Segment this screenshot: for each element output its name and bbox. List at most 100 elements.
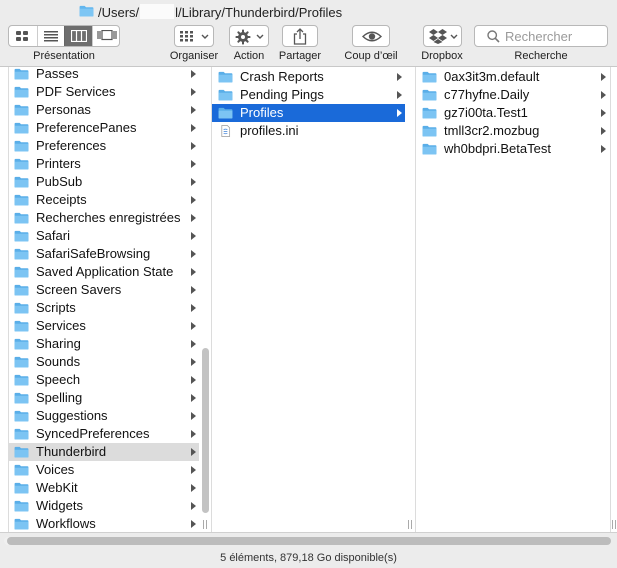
folder-item[interactable]: Preferences [8, 137, 199, 155]
folder-item[interactable]: Personas [8, 101, 199, 119]
chevron-right-icon [191, 196, 196, 204]
item-label: Profiles [240, 105, 284, 120]
item-label: Scripts [36, 300, 76, 315]
folder-item[interactable]: wh0bdpri.BetaTest [416, 140, 609, 158]
column-library[interactable]: Passes PDF Services Personas PreferencePane… [8, 67, 199, 532]
chevron-down-icon [201, 34, 209, 39]
folder-item[interactable]: PDF Services [8, 83, 199, 101]
folder-item[interactable]: Suggestions [8, 407, 199, 425]
item-label: PreferencePanes [36, 120, 137, 135]
folder-item[interactable]: Recherches enregistrées [8, 209, 199, 227]
vertical-scrollbar-thumb[interactable] [202, 348, 209, 513]
column-resize-handle[interactable] [203, 520, 208, 529]
folder-item[interactable]: Widgets [8, 497, 199, 515]
folder-item[interactable]: Receipts [8, 191, 199, 209]
folder-item[interactable]: PreferencePanes [8, 119, 199, 137]
folder-item[interactable]: PubSub [8, 173, 199, 191]
folder-icon [14, 374, 29, 386]
folder-item[interactable]: c77hyfne.Daily [416, 86, 609, 104]
path-prefix: /Users/ [98, 5, 140, 20]
folder-item[interactable]: Spelling [8, 389, 199, 407]
folder-item[interactable]: 0ax3it3m.default [416, 68, 609, 86]
action-button[interactable] [229, 25, 269, 47]
status-text: 5 éléments, 879,18 Go disponible(s) [220, 552, 397, 564]
folder-icon [422, 125, 437, 137]
item-label: Saved Application State [36, 264, 174, 279]
folder-item[interactable]: Profiles [212, 104, 405, 122]
icon-view-button[interactable] [9, 26, 37, 46]
gallery-view-button[interactable] [92, 26, 119, 46]
redacted-username [140, 4, 175, 19]
folder-icon [14, 212, 29, 224]
chevron-right-icon [191, 304, 196, 312]
column-profiles[interactable]: 0ax3it3m.default c77hyfne.Daily gz7i00ta.T… [416, 67, 609, 532]
action-label: Action [233, 50, 265, 62]
item-label: Widgets [36, 498, 83, 513]
folder-icon [14, 428, 29, 440]
dropbox-label: Dropbox [421, 50, 463, 62]
share-label: Partager [278, 50, 322, 62]
folder-icon [14, 68, 29, 80]
folder-icon [14, 140, 29, 152]
item-label: SafariSafeBrowsing [36, 246, 151, 261]
dropbox-button[interactable] [423, 25, 462, 47]
column-resize-handle[interactable] [408, 520, 413, 529]
column-thunderbird[interactable]: Crash Reports Pending Pings Profiles profil… [212, 67, 405, 532]
folder-item[interactable]: gz7i00ta.Test1 [416, 104, 609, 122]
chevron-down-icon [256, 34, 264, 39]
folder-item[interactable]: tmll3cr2.mozbug [416, 122, 609, 140]
folder-item[interactable]: Scripts [8, 299, 199, 317]
folder-item[interactable]: Printers [8, 155, 199, 173]
list-view-button[interactable] [37, 26, 64, 46]
chevron-right-icon [191, 250, 196, 258]
share-button[interactable] [282, 25, 318, 47]
organize-button[interactable] [174, 25, 214, 47]
item-label: Preferences [36, 138, 107, 153]
folder-item[interactable]: Voices [8, 461, 199, 479]
column-view-button[interactable] [64, 26, 92, 46]
folder-icon [14, 194, 29, 206]
folder-item[interactable]: Crash Reports [212, 68, 405, 86]
folder-item[interactable]: Saved Application State [8, 263, 199, 281]
folder-icon [422, 71, 437, 83]
item-label: wh0bdpri.BetaTest [444, 141, 551, 156]
dropbox-icon [429, 29, 447, 44]
folder-item[interactable]: SyncedPreferences [8, 425, 199, 443]
item-label: Printers [36, 156, 81, 171]
chevron-right-icon [601, 91, 606, 99]
folder-item[interactable]: Services [8, 317, 199, 335]
chevron-right-icon [601, 109, 606, 117]
folder-item[interactable]: Screen Savers [8, 281, 199, 299]
folder-item[interactable]: Speech [8, 371, 199, 389]
chevron-right-icon [397, 109, 402, 117]
folder-icon [14, 158, 29, 170]
search-field[interactable] [474, 25, 608, 47]
chevron-right-icon [191, 412, 196, 420]
horizontal-scrollbar-thumb[interactable] [7, 537, 611, 545]
chevron-right-icon [191, 232, 196, 240]
file-item[interactable]: profiles.ini [212, 122, 405, 140]
chevron-right-icon [191, 340, 196, 348]
folder-item[interactable]: SafariSafeBrowsing [8, 245, 199, 263]
horizontal-scrollbar[interactable] [4, 537, 611, 545]
quick-look-button[interactable] [352, 25, 390, 47]
folder-icon [14, 302, 29, 314]
chevron-right-icon [191, 520, 196, 528]
folder-item[interactable]: Safari [8, 227, 199, 245]
folder-icon [218, 71, 233, 83]
folder-item[interactable]: Sharing [8, 335, 199, 353]
folder-item[interactable]: Passes [8, 67, 199, 83]
chevron-right-icon [191, 106, 196, 114]
folder-icon [14, 356, 29, 368]
folder-item[interactable]: WebKit [8, 479, 199, 497]
search-input[interactable] [505, 27, 603, 45]
folder-item[interactable]: Workflows [8, 515, 199, 532]
toolbar: Présentation Organiser Action Partager C… [0, 24, 617, 67]
folder-item[interactable]: Pending Pings [212, 86, 405, 104]
column-resize-handle[interactable] [612, 520, 617, 529]
vertical-scrollbar[interactable] [201, 67, 210, 532]
folder-item[interactable]: Sounds [8, 353, 199, 371]
folder-item[interactable]: Thunderbird [8, 443, 199, 461]
item-label: Services [36, 318, 86, 333]
column-browser: Passes PDF Services Personas PreferencePane… [0, 67, 617, 532]
